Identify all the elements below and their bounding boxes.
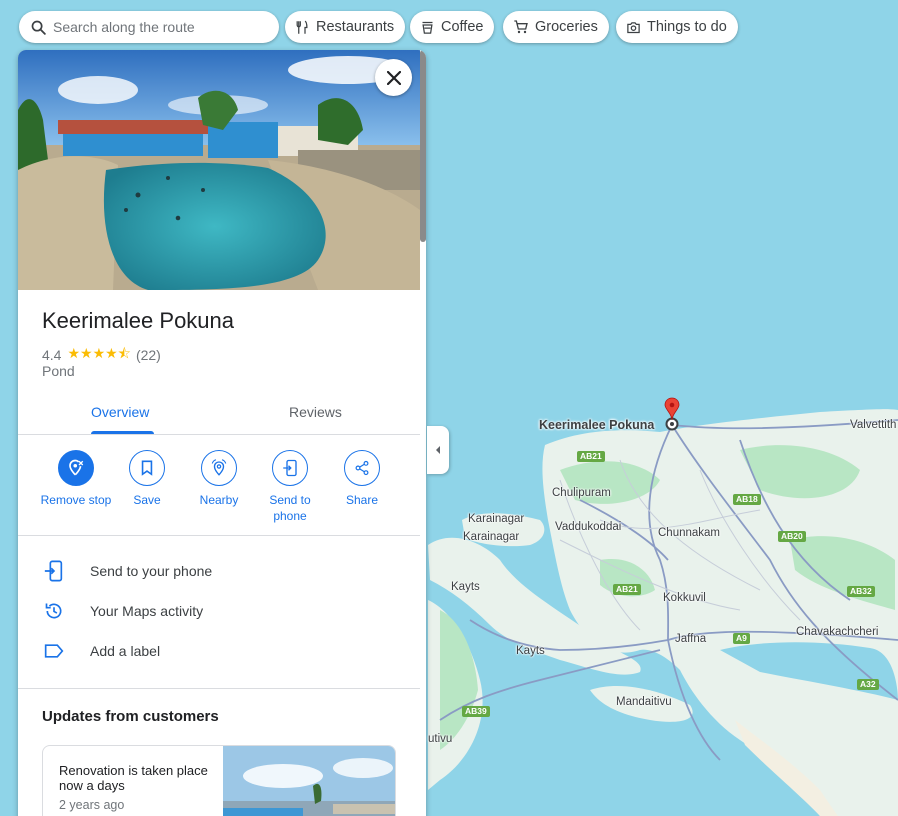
label-icon [44, 644, 64, 658]
action-label: Share [345, 493, 379, 507]
chip-things-to-do[interactable]: Things to do [616, 11, 738, 43]
road-shield: AB20 [778, 531, 806, 542]
chip-label: Groceries [535, 19, 598, 35]
row-label: Send to your phone [90, 563, 213, 579]
chip-label: Coffee [441, 19, 484, 35]
chip-restaurants[interactable]: Restaurants [285, 11, 406, 43]
customer-update-card[interactable]: Renovation is taken place now a days 2 y… [42, 745, 396, 816]
map-place-label: Mandaitivu [616, 696, 672, 708]
divider [18, 688, 420, 689]
place-photo[interactable] [18, 50, 420, 290]
action-label: Send to phone [269, 493, 311, 523]
rating-value: 4.4 [42, 347, 62, 363]
place-category[interactable]: Pond [42, 363, 75, 379]
road-shield: AB32 [847, 586, 875, 597]
update-photo[interactable] [223, 746, 396, 816]
update-text: Renovation is taken place now a days [59, 763, 208, 793]
map-place-label: Kokkuvil [663, 592, 706, 604]
map-place-label: Karainagar [468, 513, 525, 525]
action-label: Remove stop [40, 493, 112, 507]
road-shield: AB18 [733, 494, 761, 505]
maps-activity-row[interactable]: Your Maps activity [18, 591, 420, 631]
send-to-phone-icon [283, 459, 297, 477]
remove-stop-button[interactable]: Remove stop [40, 450, 112, 508]
action-buttons: Remove stop Save Nearby Send to phone Sh… [18, 450, 420, 536]
star-rating-icon: ★★★★⯪ [67, 345, 131, 361]
phone-icon [44, 560, 63, 582]
coffee-cup-icon [422, 21, 433, 34]
bookmark-icon [141, 460, 153, 476]
tab-bar: Overview Reviews [18, 400, 420, 435]
tab-overview[interactable]: Overview [91, 404, 149, 420]
road-shield: A32 [857, 679, 879, 690]
action-label: Save [133, 493, 161, 507]
map-place-label: Chunnakam [658, 527, 721, 539]
save-button[interactable]: Save [111, 450, 183, 508]
row-label: Add a label [90, 643, 161, 659]
chip-groceries[interactable]: Groceries [503, 11, 609, 43]
map-place-label: Vaddukoddai [555, 521, 622, 533]
road-shield: AB39 [462, 706, 490, 717]
chip-label: Restaurants [316, 19, 395, 35]
row-label: Your Maps activity [90, 603, 204, 619]
close-icon [386, 70, 401, 85]
map-place-label: Valvettith [850, 419, 897, 431]
review-count[interactable]: (22) [136, 347, 161, 363]
map-place-label: Jaffna [675, 633, 707, 645]
route-search-box[interactable] [19, 11, 279, 43]
divider [18, 535, 420, 536]
send-to-your-phone-row[interactable]: Send to your phone [18, 551, 420, 591]
search-icon [31, 20, 46, 35]
update-time: 2 years ago [59, 798, 125, 812]
nearby-icon [211, 459, 227, 476]
collapse-panel-button[interactable] [427, 426, 449, 474]
chip-label: Things to do [647, 19, 727, 35]
nearby-button[interactable]: Nearby [183, 450, 255, 508]
place-title: Keerimalee Pokuna [42, 308, 235, 333]
map-pin-label[interactable]: Keerimalee Pokuna [539, 418, 654, 432]
shopping-cart-icon [514, 20, 528, 34]
place-details-panel: Keerimalee Pokuna 4.4 ★★★★⯪ (22) Pond Ov… [18, 50, 426, 816]
fork-knife-icon [296, 20, 308, 34]
chip-coffee[interactable]: Coffee [410, 11, 495, 43]
camera-icon [627, 21, 640, 33]
map-place-label: Chulipuram [552, 487, 611, 499]
map-place-label: utivu [428, 733, 453, 745]
action-label: Nearby [199, 493, 239, 507]
active-tab-indicator [91, 431, 154, 434]
road-shield: AB21 [577, 451, 605, 462]
panel-scrollbar[interactable] [420, 50, 426, 242]
map-place-label: Karainagar [463, 531, 520, 543]
road-shield: A9 [733, 633, 750, 644]
updates-heading: Updates from customers [42, 708, 219, 725]
map-place-label: Kayts [516, 645, 545, 657]
close-button[interactable] [375, 59, 412, 96]
add-label-row[interactable]: Add a label [18, 631, 420, 671]
chevron-left-icon [436, 446, 440, 454]
remove-pin-icon [69, 459, 84, 476]
road-shield: AB21 [613, 584, 641, 595]
history-icon [45, 603, 62, 619]
share-button[interactable]: Share [326, 450, 398, 508]
search-input[interactable] [53, 19, 263, 35]
map-place-label: Kayts [451, 581, 480, 593]
map-place-label: Chavakachcheri [796, 626, 879, 638]
tab-reviews[interactable]: Reviews [289, 404, 342, 420]
send-to-phone-button[interactable]: Send to phone [254, 450, 326, 524]
share-icon [355, 460, 369, 476]
